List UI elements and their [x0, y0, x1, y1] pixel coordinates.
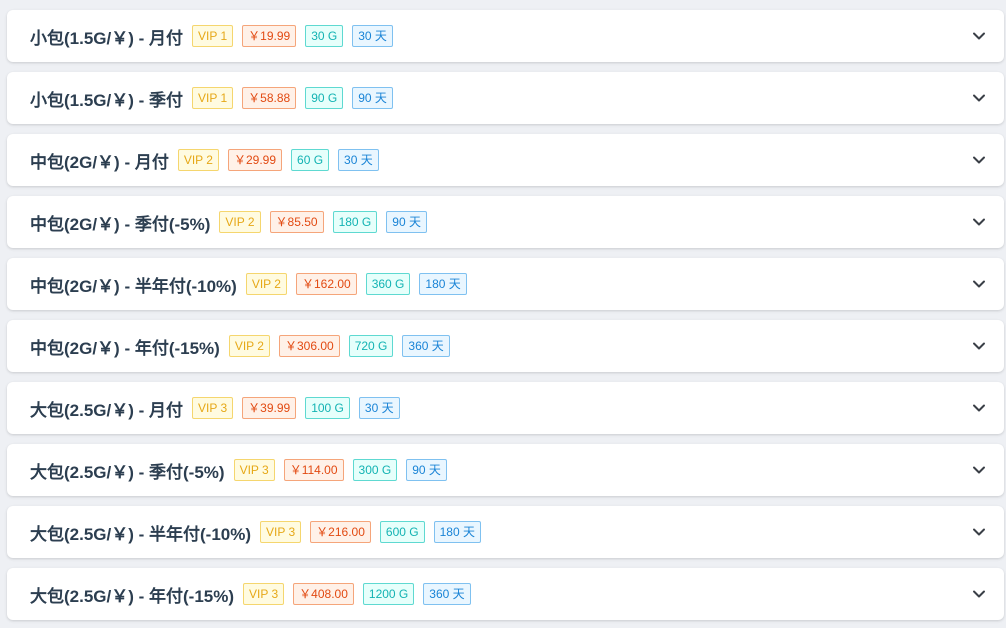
plan-title: 大包(2.5G/￥) - 月付 [30, 400, 184, 420]
duration-tag: 180 天 [419, 273, 467, 295]
duration-tag: 360 天 [402, 335, 450, 357]
price-tag: ￥114.00 [283, 459, 344, 481]
vip-level-tag: VIP 1 [192, 87, 234, 109]
duration-tag: 30 天 [358, 397, 400, 419]
plan-card[interactable]: 中包(2G/￥) - 月付 VIP 2 ￥29.99 60 G 30 天 [7, 134, 1004, 186]
data-size-tag: 720 G [348, 335, 394, 357]
vip-level-tag: VIP 2 [219, 211, 261, 233]
plan-card[interactable]: 小包(1.5G/￥) - 月付 VIP 1 ￥19.99 30 G 30 天 [7, 10, 1004, 62]
data-size-tag: 180 G [332, 211, 378, 233]
plan-card[interactable]: 大包(2.5G/￥) - 年付(-15%) VIP 3 ￥408.00 1200… [7, 568, 1004, 620]
vip-level-tag: VIP 3 [233, 459, 275, 481]
chevron-down-icon[interactable] [972, 277, 986, 291]
duration-tag: 360 天 [423, 583, 471, 605]
price-tag: ￥408.00 [293, 583, 354, 605]
price-tag: ￥39.99 [242, 397, 297, 419]
chevron-down-icon[interactable] [972, 215, 986, 229]
price-tag: ￥85.50 [269, 211, 324, 233]
plan-card[interactable]: 大包(2.5G/￥) - 月付 VIP 3 ￥39.99 100 G 30 天 [7, 382, 1004, 434]
plan-title: 中包(2G/￥) - 季付(-5%) [30, 214, 211, 234]
duration-tag: 90 天 [386, 211, 427, 233]
plan-title: 中包(2G/￥) - 月付 [30, 152, 169, 172]
duration-tag: 90 天 [352, 87, 393, 109]
price-tag: ￥216.00 [310, 521, 371, 543]
duration-tag: 90 天 [406, 459, 447, 481]
plan-card[interactable]: 大包(2.5G/￥) - 半年付(-10%) VIP 3 ￥216.00 600… [7, 506, 1004, 558]
data-size-tag: 90 G [305, 87, 344, 109]
data-size-tag: 30 G [305, 25, 344, 47]
data-size-tag: 360 G [365, 273, 411, 295]
data-size-tag: 100 G [305, 397, 350, 419]
chevron-down-icon[interactable] [972, 91, 986, 105]
plan-title: 大包(2.5G/￥) - 半年付(-10%) [30, 524, 252, 544]
duration-tag: 30 天 [338, 149, 379, 171]
chevron-down-icon[interactable] [972, 339, 986, 353]
plan-card[interactable]: 中包(2G/￥) - 半年付(-10%) VIP 2 ￥162.00 360 G… [7, 258, 1004, 310]
plan-list: 小包(1.5G/￥) - 月付 VIP 1 ￥19.99 30 G 30 天 小… [0, 0, 1006, 628]
chevron-down-icon[interactable] [972, 401, 986, 415]
data-size-tag: 60 G [291, 149, 330, 171]
vip-level-tag: VIP 2 [228, 335, 270, 357]
data-size-tag: 300 G [352, 459, 398, 481]
plan-title: 大包(2.5G/￥) - 年付(-15%) [30, 586, 235, 606]
vip-level-tag: VIP 3 [260, 521, 302, 543]
chevron-down-icon[interactable] [972, 29, 986, 43]
price-tag: ￥162.00 [295, 273, 357, 295]
data-size-tag: 1200 G [362, 583, 415, 605]
plan-card[interactable]: 小包(1.5G/￥) - 季付 VIP 1 ￥58.88 90 G 90 天 [7, 72, 1004, 124]
plan-title: 中包(2G/￥) - 半年付(-10%) [30, 276, 237, 296]
price-tag: ￥29.99 [227, 149, 283, 171]
plan-card[interactable]: 中包(2G/￥) - 季付(-5%) VIP 2 ￥85.50 180 G 90… [7, 196, 1004, 248]
plan-title: 中包(2G/￥) - 年付(-15%) [30, 338, 220, 358]
plan-title: 小包(1.5G/￥) - 季付 [30, 90, 184, 110]
data-size-tag: 600 G [379, 521, 425, 543]
duration-tag: 180 天 [433, 521, 481, 543]
chevron-down-icon[interactable] [972, 587, 986, 601]
plan-card[interactable]: 大包(2.5G/￥) - 季付(-5%) VIP 3 ￥114.00 300 G… [7, 444, 1004, 496]
vip-level-tag: VIP 2 [177, 149, 219, 171]
chevron-down-icon[interactable] [972, 525, 986, 539]
price-tag: ￥306.00 [278, 335, 340, 357]
chevron-down-icon[interactable] [972, 463, 986, 477]
plan-card[interactable]: 中包(2G/￥) - 年付(-15%) VIP 2 ￥306.00 720 G … [7, 320, 1004, 372]
price-tag: ￥19.99 [242, 25, 297, 47]
duration-tag: 30 天 [352, 25, 393, 47]
vip-level-tag: VIP 1 [192, 25, 234, 47]
vip-level-tag: VIP 2 [245, 273, 287, 295]
plan-title: 大包(2.5G/￥) - 季付(-5%) [30, 462, 225, 482]
vip-level-tag: VIP 3 [243, 583, 285, 605]
chevron-down-icon[interactable] [972, 153, 986, 167]
price-tag: ￥58.88 [242, 87, 297, 109]
vip-level-tag: VIP 3 [192, 397, 234, 419]
plan-title: 小包(1.5G/￥) - 月付 [30, 28, 184, 48]
